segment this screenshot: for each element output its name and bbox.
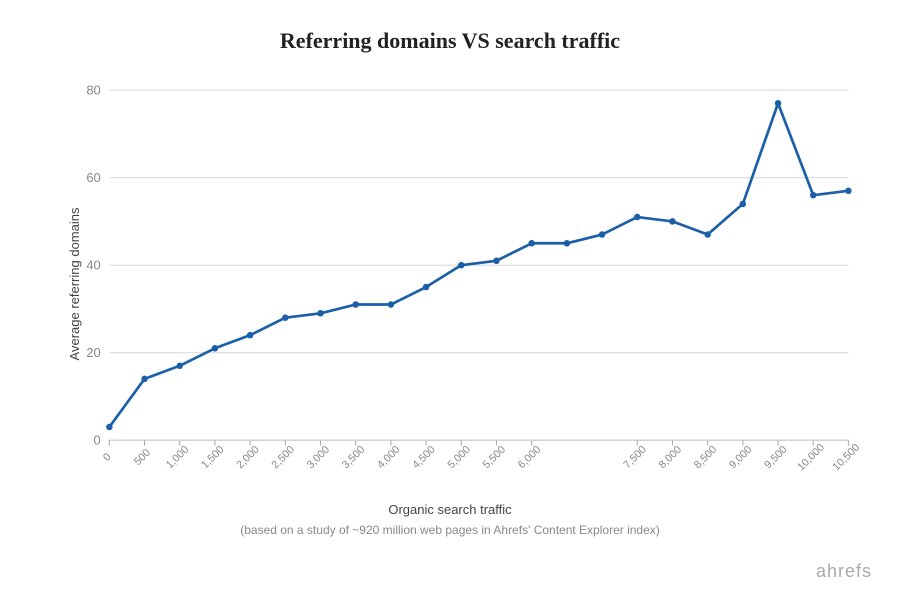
svg-text:3,500: 3,500 <box>340 444 368 472</box>
svg-text:10,000: 10,000 <box>795 442 827 474</box>
svg-text:4,000: 4,000 <box>375 444 403 472</box>
svg-text:80: 80 <box>86 82 100 97</box>
svg-text:8,000: 8,000 <box>657 444 685 472</box>
chart-area: Average referring domains 0 20 40 60 80 0 500 1… <box>50 74 870 494</box>
svg-text:9,500: 9,500 <box>762 444 790 472</box>
chart-title: Referring domains VS search traffic <box>280 28 620 54</box>
svg-text:60: 60 <box>86 170 100 185</box>
page-container: Referring domains VS search traffic Aver… <box>0 0 900 600</box>
svg-text:10,500: 10,500 <box>830 442 862 474</box>
y-axis-label: Average referring domains <box>67 208 82 361</box>
svg-text:2,500: 2,500 <box>269 444 297 472</box>
ahrefs-logo: ahrefs <box>816 561 872 582</box>
svg-text:7,500: 7,500 <box>621 444 649 472</box>
svg-text:5,500: 5,500 <box>481 444 509 472</box>
x-axis-label: Organic search traffic <box>30 502 870 517</box>
svg-text:20: 20 <box>86 345 100 360</box>
svg-text:5,000: 5,000 <box>445 444 473 472</box>
footnote: (based on a study of ~920 million web pa… <box>30 523 870 537</box>
svg-text:40: 40 <box>86 257 100 272</box>
svg-text:9,000: 9,000 <box>727 444 755 472</box>
svg-text:1,500: 1,500 <box>199 444 227 472</box>
svg-text:6,000: 6,000 <box>516 444 544 472</box>
svg-text:500: 500 <box>132 447 153 468</box>
svg-text:8,500: 8,500 <box>692 444 720 472</box>
svg-text:1,000: 1,000 <box>164 444 192 472</box>
svg-text:2,000: 2,000 <box>234 444 262 472</box>
chart-svg: 0 20 40 60 80 0 500 1,0001,5002,0002,500 3,0003,… <box>50 74 870 494</box>
svg-text:0: 0 <box>101 451 114 464</box>
svg-text:0: 0 <box>94 432 101 447</box>
svg-text:3,000: 3,000 <box>305 444 333 472</box>
svg-text:4,500: 4,500 <box>410 444 438 472</box>
